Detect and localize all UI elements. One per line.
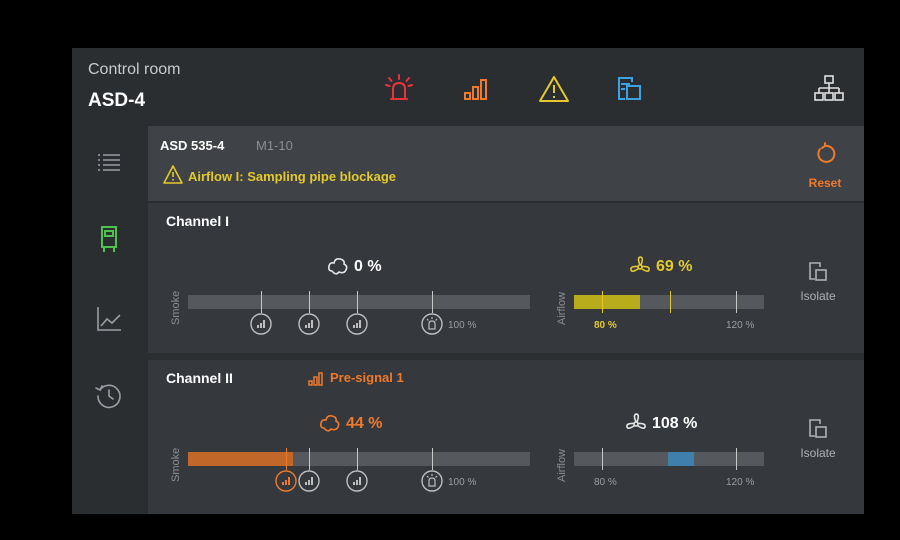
smoke-tick [309, 291, 310, 313]
app-frame: Control room ASD-4 ASD 535-4 M1-10 Airfl… [72, 48, 864, 514]
airflow-label: Airflow [556, 448, 568, 482]
history-icon[interactable] [92, 379, 126, 413]
fire-alarm-icon[interactable] [382, 72, 416, 106]
smoke-icon [326, 255, 350, 279]
module-id: M1-10 [256, 138, 293, 153]
isolate-label: Isolate [800, 289, 836, 303]
smoke-tick [432, 291, 433, 313]
airflow-max-tick [736, 448, 737, 470]
isolate-label: Isolate [800, 446, 836, 460]
fan-icon [624, 412, 648, 436]
fan-icon [628, 255, 652, 279]
airflow-max-label: 120 % [726, 320, 755, 331]
reset-button[interactable]: Reset [785, 126, 865, 201]
channel-panel: Channel II Pre-signal 1 44 % Smoke 100 %… [148, 360, 864, 514]
pre-signal-2-marker-icon [297, 469, 321, 493]
smoke-max-label: 100 % [448, 477, 477, 488]
smoke-value: 0 % [354, 258, 382, 275]
isolate-button[interactable]: Isolate [778, 253, 858, 313]
smoke-tick [432, 448, 433, 470]
pre-signal-1-marker-icon [274, 469, 298, 493]
airflow-min-tick [602, 291, 603, 313]
network-icon[interactable] [812, 72, 846, 106]
airflow-min-label: 80 % [594, 320, 617, 331]
airflow-mid-tick [670, 291, 671, 313]
fire-marker-icon [420, 312, 444, 336]
channel-name: Channel I [166, 213, 230, 229]
reset-icon [813, 142, 837, 166]
list-icon[interactable] [92, 146, 126, 180]
pre-signal-1-marker-icon [249, 312, 273, 336]
pre-signal-3-marker-icon [345, 312, 369, 336]
channel-name: Channel II [166, 370, 233, 386]
smoke-icon [318, 412, 342, 436]
smoke-max-label: 100 % [448, 320, 477, 331]
smoke-bar [188, 295, 530, 309]
channel-panel: Channel I 0 % Smoke 100 % 69 % Airflow 8… [148, 203, 864, 353]
airflow-fill [574, 295, 640, 309]
isolate-button[interactable]: Isolate [778, 410, 858, 470]
device-title: ASD-4 [88, 90, 146, 111]
smoke-fill [188, 452, 293, 466]
airflow-indicator [668, 452, 694, 466]
smoke-tick [261, 291, 262, 313]
smoke-tick [357, 291, 358, 313]
smoke-tick [286, 448, 287, 470]
warning-icon[interactable] [537, 72, 571, 106]
reset-label: Reset [808, 176, 842, 190]
airflow-label: Airflow [556, 291, 568, 325]
pre-signal-3-marker-icon [345, 469, 369, 493]
chart-icon[interactable] [92, 302, 126, 336]
isolate-icon[interactable] [612, 72, 646, 106]
isolate-icon [805, 416, 831, 442]
fire-marker-icon [420, 469, 444, 493]
isolate-icon [805, 259, 831, 285]
smoke-tick [357, 448, 358, 470]
airflow-min-tick [602, 448, 603, 470]
device-icon[interactable] [92, 222, 126, 256]
pre-signal-icon[interactable] [460, 72, 494, 106]
airflow-max-label: 120 % [726, 477, 755, 488]
channel-status: Pre-signal 1 [330, 370, 404, 385]
device-name: ASD 535-4 [160, 138, 225, 153]
airflow-value: 108 % [652, 415, 698, 432]
alarm-message: Airflow I: Sampling pipe blockage [188, 169, 397, 184]
airflow-min-label: 80 % [594, 477, 617, 488]
smoke-label: Smoke [170, 290, 182, 325]
warning-icon [162, 164, 184, 186]
pre-signal-icon [306, 369, 326, 389]
smoke-label: Smoke [170, 447, 182, 482]
header: Control room ASD-4 [72, 48, 864, 126]
alarm-bar: ASD 535-4 M1-10 Airflow I: Sampling pipe… [148, 126, 864, 201]
page-title: Control room [88, 61, 181, 78]
airflow-max-tick [736, 291, 737, 313]
smoke-value: 44 % [346, 415, 383, 432]
airflow-value: 69 % [656, 258, 693, 275]
sidebar [72, 126, 147, 514]
pre-signal-2-marker-icon [297, 312, 321, 336]
smoke-tick [309, 448, 310, 470]
